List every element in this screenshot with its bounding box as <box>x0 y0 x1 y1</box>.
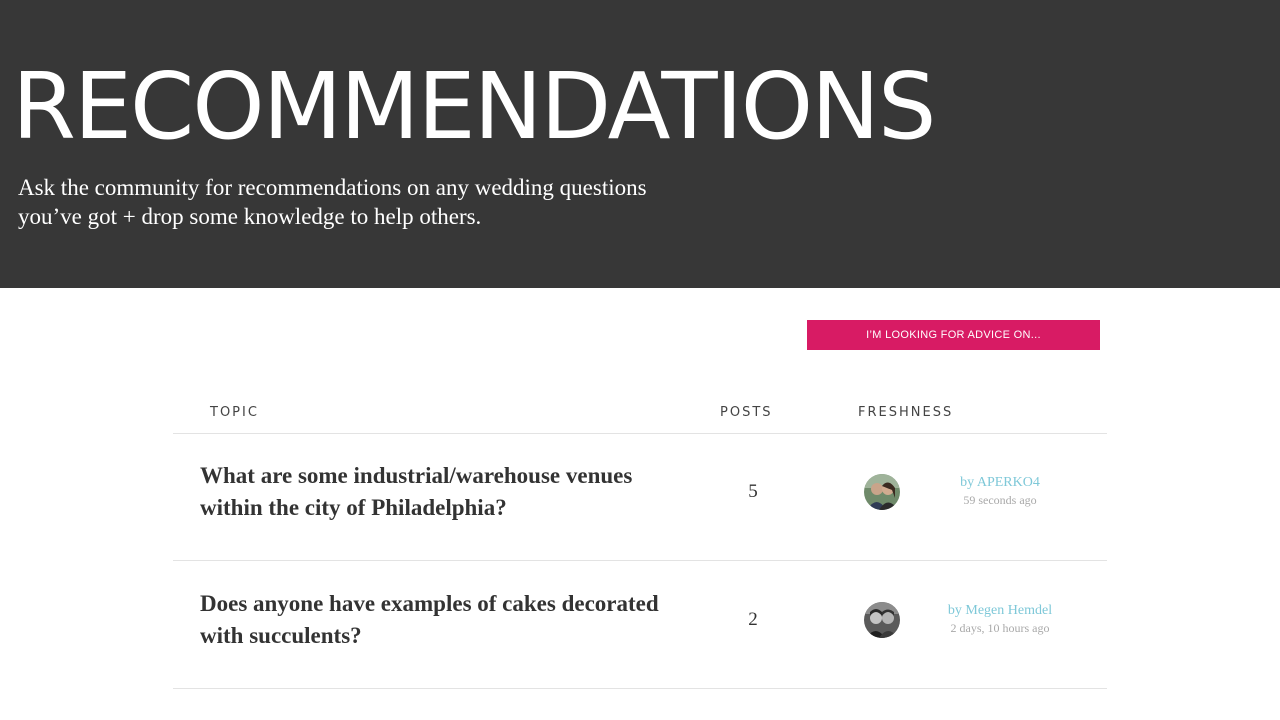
freshness-info: by Megen Hemdel 2 days, 10 hours ago <box>920 602 1080 636</box>
column-header-topic: TOPIC <box>210 405 259 420</box>
subtitle-line-2: you’ve got + drop some knowledge to help… <box>18 204 482 229</box>
author-link[interactable]: by APERKO4 <box>920 474 1080 492</box>
column-header-freshness: FRESHNESS <box>858 405 954 420</box>
post-count: 2 <box>748 609 758 630</box>
freshness-info: by APERKO4 59 seconds ago <box>920 474 1080 508</box>
row-divider <box>173 688 1107 689</box>
topic-link[interactable]: Does anyone have examples of cakes decor… <box>200 588 710 652</box>
author-link[interactable]: by Megen Hemdel <box>920 602 1080 620</box>
avatar[interactable] <box>864 474 900 510</box>
user-photo-icon <box>864 602 900 638</box>
user-photo-icon <box>864 474 900 510</box>
post-count: 5 <box>748 481 758 502</box>
topic-link[interactable]: What are some industrial/warehouse venue… <box>200 460 710 524</box>
avatar[interactable] <box>864 602 900 638</box>
topic-title-line-1[interactable]: What are some industrial/warehouse venue… <box>200 463 632 488</box>
post-time: 2 days, 10 hours ago <box>950 621 1050 635</box>
topic-title-line-2[interactable]: within the city of Philadelphia? <box>200 495 507 520</box>
page-subtitle: Ask the community for recommendations on… <box>18 173 738 231</box>
topic-title-line-2[interactable]: with succulents? <box>200 623 362 648</box>
header-divider <box>173 433 1107 434</box>
subtitle-line-1: Ask the community for recommendations on… <box>18 175 647 200</box>
column-header-posts: POSTS <box>720 405 773 420</box>
advice-button[interactable]: I’M LOOKING FOR ADVICE ON... <box>807 320 1100 350</box>
page-title: RECOMMENDATIONS <box>12 53 936 160</box>
post-time: 59 seconds ago <box>963 493 1037 507</box>
row-divider <box>173 560 1107 561</box>
topic-title-line-1[interactable]: Does anyone have examples of cakes decor… <box>200 591 659 616</box>
hero-banner: RECOMMENDATIONS Ask the community for re… <box>0 0 1280 288</box>
